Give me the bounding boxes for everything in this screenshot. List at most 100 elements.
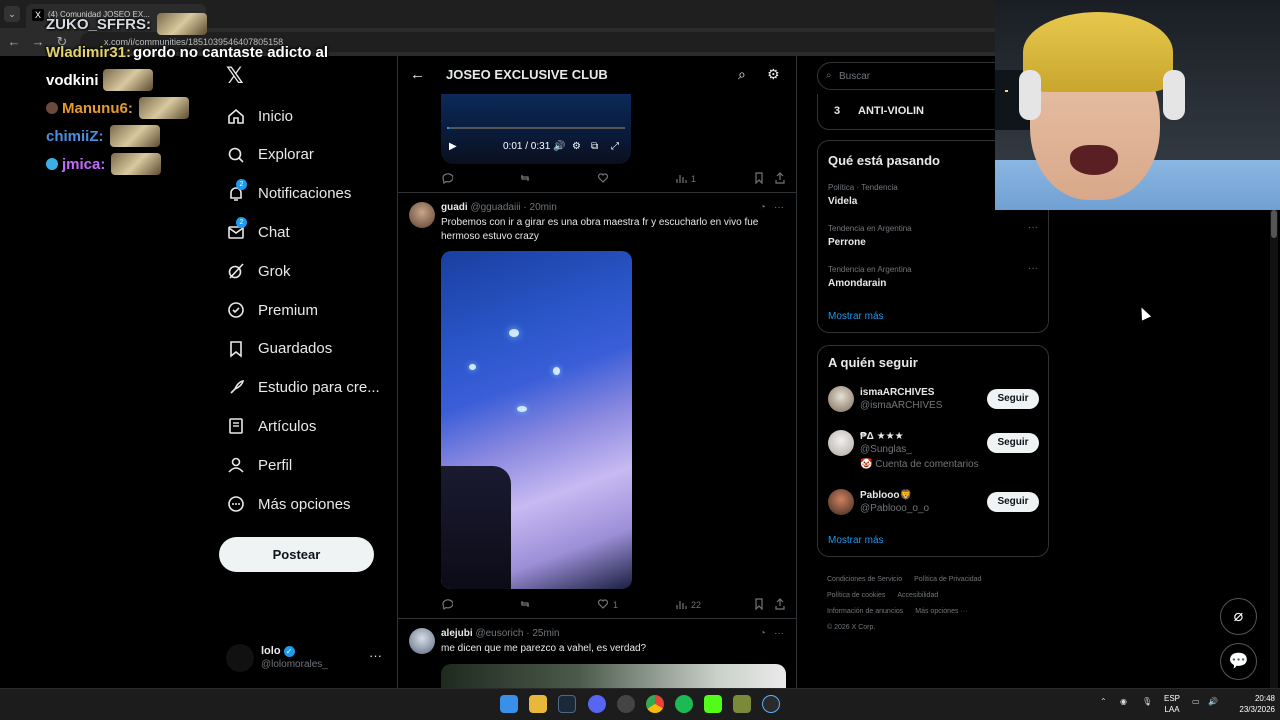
- video-progress-bar[interactable]: [447, 127, 625, 129]
- more-icon[interactable]: ···: [774, 628, 784, 639]
- grok-icon[interactable]: ◔: [760, 628, 766, 639]
- microphone-icon[interactable]: 🎙: [1142, 697, 1152, 706]
- nav-item-chat[interactable]: 2 Chat: [226, 217, 396, 246]
- tweet-video[interactable]: [441, 251, 632, 589]
- views-button[interactable]: 1: [675, 172, 696, 186]
- nav-item-artículos[interactable]: Artículos: [226, 412, 396, 440]
- search-icon[interactable]: ⌕: [738, 66, 746, 83]
- app-icon[interactable]: [762, 695, 780, 713]
- tweet-image[interactable]: [441, 664, 786, 688]
- language-indicator[interactable]: ESP LAA: [1160, 693, 1184, 715]
- more-icon[interactable]: ···: [1028, 222, 1038, 233]
- settings-icon[interactable]: ⚙: [572, 141, 581, 152]
- follow-name[interactable]: Pablooo🦁: [860, 490, 912, 501]
- forward-icon[interactable]: →: [30, 34, 46, 50]
- follow-handle[interactable]: @Sunglas_: [860, 444, 912, 455]
- trend-name[interactable]: Perrone: [828, 237, 866, 248]
- tweet-author-name[interactable]: guadi: [441, 202, 468, 213]
- post-button[interactable]: Postear: [219, 537, 374, 572]
- tab-search-button[interactable]: ⌄: [4, 6, 20, 22]
- bookmark-button[interactable]: [753, 598, 765, 612]
- back-arrow-icon[interactable]: ←: [410, 66, 425, 83]
- nav-item-perfil[interactable]: Perfil: [226, 451, 396, 479]
- grok-icon[interactable]: ◔: [760, 202, 766, 213]
- video-player[interactable]: ▶ 0:01 / 0:31 🔊 ⚙ ⧉ ⤢: [441, 94, 631, 164]
- file-explorer-icon[interactable]: [529, 695, 547, 713]
- network-icon[interactable]: ▭: [1192, 697, 1200, 706]
- retweet-button[interactable]: [519, 172, 531, 186]
- show-more-link[interactable]: Mostrar más: [828, 535, 884, 546]
- footer-link[interactable]: Política de Privacidad: [914, 576, 981, 583]
- avatar[interactable]: [409, 628, 435, 654]
- tweet-time[interactable]: 20min: [530, 202, 557, 213]
- follow-button[interactable]: Seguir: [987, 389, 1039, 409]
- footer-link[interactable]: Accesibilidad: [897, 592, 938, 599]
- headphone-icon: [1163, 70, 1185, 120]
- follow-name[interactable]: ₱Δ ★★★: [860, 431, 904, 442]
- tweet-author-name[interactable]: alejubi: [441, 628, 473, 639]
- avatar[interactable]: [828, 430, 854, 456]
- minecraft-icon[interactable]: [733, 695, 751, 713]
- chat-bubble-icon[interactable]: 💬: [1220, 643, 1257, 680]
- clock[interactable]: 20:48 23/3/2026: [1225, 693, 1275, 715]
- follow-button[interactable]: Seguir: [987, 433, 1039, 453]
- grok-icon[interactable]: ⌀: [1220, 598, 1257, 635]
- reply-button[interactable]: [441, 598, 454, 612]
- footer-link[interactable]: Información de anuncios: [827, 608, 903, 615]
- volume-icon[interactable]: 🔊: [1208, 697, 1218, 706]
- discord-icon[interactable]: [588, 695, 606, 713]
- play-icon[interactable]: ▶: [449, 141, 457, 152]
- views-button[interactable]: 22: [675, 598, 701, 612]
- follow-handle[interactable]: @Pablooo_o_o: [860, 503, 929, 514]
- kick-icon[interactable]: [704, 695, 722, 713]
- nav-item-notificaciones[interactable]: 2 Notificaciones: [226, 178, 396, 208]
- share-button[interactable]: [774, 172, 786, 186]
- tray-app-icon[interactable]: ◉: [1120, 697, 1127, 706]
- avatar[interactable]: [409, 202, 435, 228]
- show-more-link[interactable]: Mostrar más: [828, 311, 884, 322]
- more-icon[interactable]: ···: [774, 202, 784, 213]
- trend-category: Tendencia en Argentina: [828, 224, 912, 233]
- more-icon[interactable]: ···: [1028, 263, 1038, 274]
- follow-button[interactable]: Seguir: [987, 492, 1039, 512]
- bookmark-button[interactable]: [753, 172, 765, 186]
- back-icon[interactable]: ←: [6, 34, 22, 50]
- footer-link[interactable]: Más opciones ···: [915, 608, 967, 615]
- mail-icon: 2: [226, 217, 247, 242]
- volume-icon[interactable]: 🔊: [553, 141, 565, 152]
- scrollbar[interactable]: [1270, 210, 1278, 688]
- obs-icon[interactable]: [617, 695, 635, 713]
- footer-link[interactable]: Política de cookies: [827, 592, 885, 599]
- avatar[interactable]: [828, 386, 854, 412]
- tweet-author-handle[interactable]: @eusorich: [475, 628, 523, 639]
- nav-item-guardados[interactable]: Guardados: [226, 335, 396, 363]
- gear-icon[interactable]: ⚙: [767, 66, 780, 83]
- tweet-time[interactable]: 25min: [532, 628, 559, 639]
- windows-start-icon[interactable]: [500, 695, 518, 713]
- reply-button[interactable]: [441, 172, 454, 186]
- like-button[interactable]: [597, 172, 609, 186]
- nav-item-premium[interactable]: Premium: [226, 296, 396, 324]
- trend-name[interactable]: Amondarain: [828, 278, 886, 289]
- nav-item-grok[interactable]: Grok: [226, 257, 396, 285]
- more-icon[interactable]: ···: [369, 648, 382, 663]
- avatar[interactable]: [828, 489, 854, 515]
- scroll-thumb[interactable]: [1271, 210, 1277, 238]
- fullscreen-icon[interactable]: ⤢: [611, 141, 619, 152]
- like-button[interactable]: 1: [597, 598, 618, 612]
- retweet-button[interactable]: [519, 598, 531, 612]
- steam-icon[interactable]: [558, 695, 576, 713]
- pip-icon[interactable]: ⧉: [591, 141, 598, 152]
- nav-item-estudio-para-cre-[interactable]: Estudio para cre...: [226, 374, 396, 402]
- tray-chevron-icon[interactable]: ⌃: [1100, 697, 1107, 706]
- chrome-icon[interactable]: [646, 695, 664, 713]
- share-button[interactable]: [774, 598, 786, 612]
- trend-name[interactable]: Videla: [828, 196, 857, 207]
- tweet-author-handle[interactable]: @gguadaiii: [470, 202, 520, 213]
- follow-name[interactable]: ismaARCHIVES: [860, 387, 934, 398]
- follow-handle[interactable]: @ismaARCHIVES: [860, 400, 942, 411]
- spotify-icon[interactable]: [675, 695, 693, 713]
- footer-link[interactable]: Condiciones de Servicio: [827, 576, 902, 583]
- account-switcher[interactable]: lolo ✓ @lolomorales_ ···: [226, 640, 396, 676]
- nav-item-más-opciones[interactable]: Más opciones: [226, 490, 396, 518]
